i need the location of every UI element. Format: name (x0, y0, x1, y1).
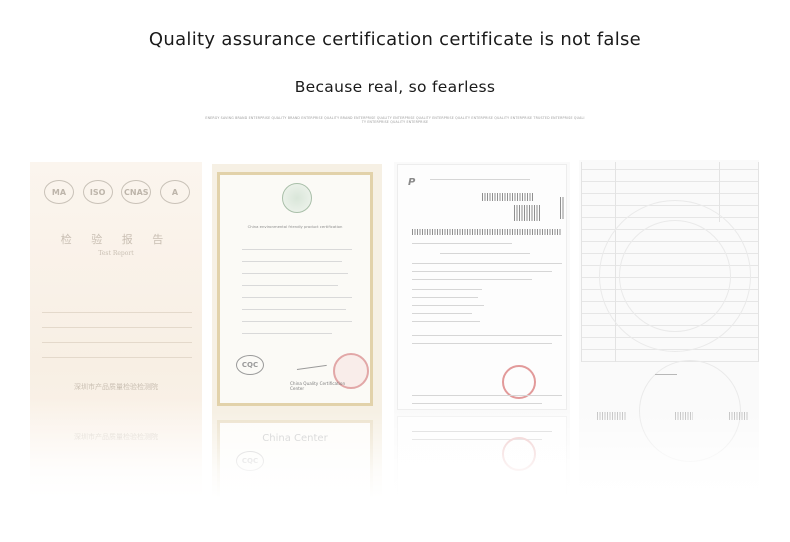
text-line (242, 273, 348, 274)
cqc-line-2: Center (290, 386, 305, 391)
certificate-frame: China environmental friendly product cer… (217, 172, 373, 406)
text-line (412, 263, 562, 265)
text-line (412, 335, 562, 337)
text-line (242, 309, 346, 310)
text-line (412, 395, 562, 397)
patent-logo-icon: P (408, 177, 416, 188)
grid-divider (719, 162, 720, 222)
report-subtitle: Test Report (98, 250, 134, 257)
certificate-english-title: China environmental friendly product cer… (247, 224, 343, 229)
ccc-logo-reflection-icon: CQC (236, 451, 264, 471)
form-line (42, 327, 192, 328)
page-subtitle: Because real, so fearless (294, 78, 496, 96)
text-line (430, 179, 530, 181)
cqc-name: China Quality Certification Center (290, 381, 345, 391)
barcode-icon (675, 412, 693, 420)
text-line (412, 313, 472, 315)
fine-print-banner: ENERGY SAVING BRAND ENTERPRISE QUALITY B… (205, 116, 585, 124)
text-line (412, 271, 552, 273)
text-line (242, 321, 352, 322)
text-line (412, 243, 512, 245)
guilloche-pattern-icon (639, 360, 741, 462)
form-line (42, 312, 192, 313)
form-line (42, 357, 192, 358)
barcode-icon (560, 197, 564, 219)
text-line (242, 261, 342, 262)
cma-logo-icon: MA (44, 180, 74, 204)
text-line (412, 305, 484, 307)
barcode-icon (514, 205, 540, 221)
text-line (242, 297, 352, 298)
text-line (412, 431, 552, 433)
text-line (242, 333, 332, 334)
text-line (412, 297, 478, 299)
page-title: Quality assurance certification certific… (148, 29, 642, 50)
certificate-grid-form (579, 160, 759, 498)
text-line (440, 253, 530, 255)
certificate-patent: P (394, 162, 570, 498)
issuing-organization-reflection: 深圳市产品质量检验检测院 (74, 433, 158, 441)
issuing-organization: 深圳市产品质量检验检测院 (74, 383, 158, 391)
iso-logo-icon: ISO (82, 180, 113, 204)
text-line (242, 249, 352, 250)
barcode-icon (597, 412, 627, 420)
text-line (412, 343, 552, 345)
text-line (412, 403, 542, 405)
certificate-reflection: China Center CQC (217, 420, 373, 498)
report-title: 检 验 报 告 (60, 233, 172, 246)
signature-icon (295, 352, 327, 371)
emblem-icon (282, 183, 312, 213)
text-line (412, 321, 480, 323)
signature-icon (655, 374, 677, 376)
certificate-environmental: China environmental friendly product cer… (212, 164, 382, 498)
guilloche-pattern-icon (619, 220, 731, 332)
patent-reflection (397, 416, 567, 498)
certification-logos: MA ISO CNAS A (44, 180, 190, 204)
ccc-logo-icon: CQC (236, 355, 264, 375)
form-line (42, 342, 192, 343)
cnas-logo-icon: CNAS (121, 180, 152, 204)
reflection-text: China Center (262, 433, 328, 444)
official-seal-reflection-icon (502, 437, 536, 471)
accreditation-logo-icon: A (159, 180, 190, 204)
barcode-icon (482, 193, 534, 201)
text-line (242, 285, 338, 286)
official-seal-icon (502, 365, 536, 399)
fade-overlay (30, 162, 202, 498)
text-line (412, 289, 482, 291)
certificate-test-report: MA ISO CNAS A 检 验 报 告 Test Report 深圳市产品质… (30, 162, 202, 498)
barcode-strip-icon (412, 229, 562, 235)
barcode-icon (729, 412, 749, 420)
patent-page: P (397, 164, 567, 410)
text-line (412, 279, 532, 281)
